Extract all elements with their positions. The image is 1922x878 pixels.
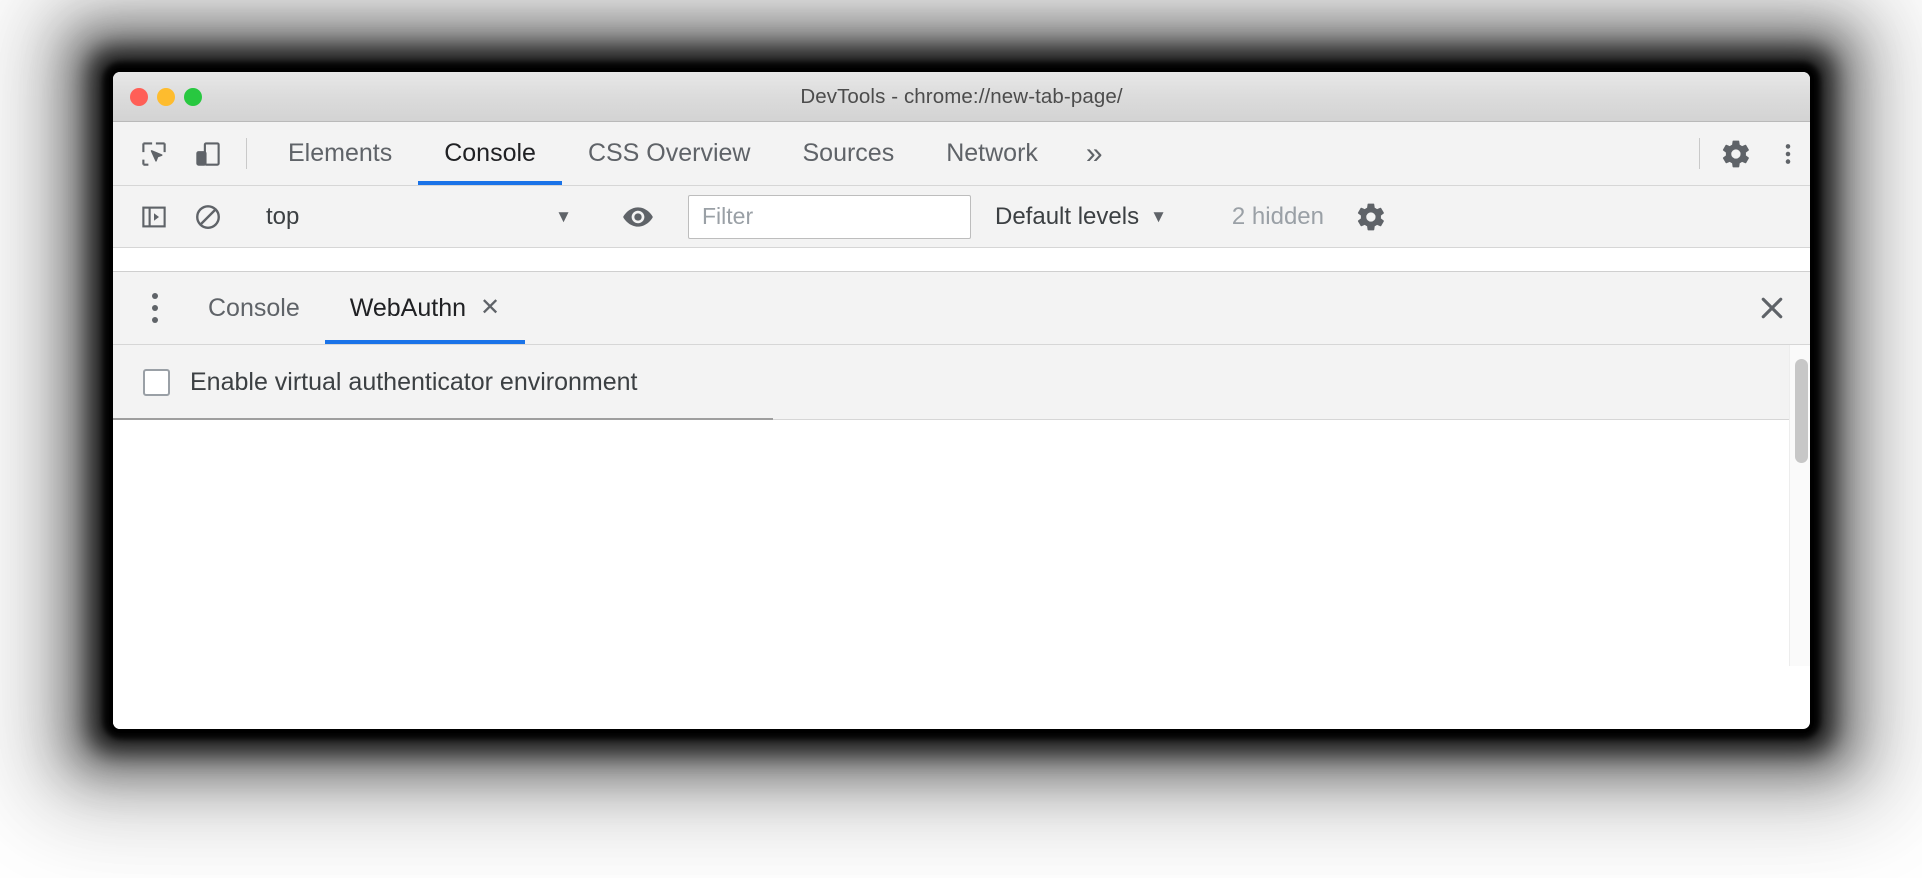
tab-console[interactable]: Console xyxy=(418,122,562,185)
tab-elements[interactable]: Elements xyxy=(262,122,418,185)
console-messages-area xyxy=(113,248,1810,272)
execution-context-select[interactable]: top ▼ xyxy=(258,186,588,248)
window-title: DevTools - chrome://new-tab-page/ xyxy=(800,84,1123,108)
close-drawer-button[interactable] xyxy=(1734,272,1810,344)
inspect-element-icon[interactable] xyxy=(127,122,181,185)
gear-icon[interactable] xyxy=(1706,122,1766,185)
tab-network-label: Network xyxy=(946,139,1038,167)
actions-divider xyxy=(1699,138,1700,169)
log-levels-select[interactable]: Default levels ▼ xyxy=(971,203,1189,231)
window-titlebar: DevTools - chrome://new-tab-page/ xyxy=(113,72,1810,122)
main-tabbar-actions xyxy=(1693,122,1810,185)
zoom-window-button[interactable] xyxy=(184,88,202,106)
scrollbar-thumb[interactable] xyxy=(1795,359,1808,463)
live-expression-eye-icon[interactable] xyxy=(611,186,665,248)
devtools-window: DevTools - chrome://new-tab-page/ Elemen… xyxy=(113,72,1810,729)
enable-virtual-authenticator-row[interactable]: Enable virtual authenticator environment xyxy=(113,345,1789,420)
clear-console-icon[interactable] xyxy=(181,186,235,248)
screenshot-stage: DevTools - chrome://new-tab-page/ Elemen… xyxy=(0,0,1922,878)
devtools-main-tabbar: Elements Console CSS Overview Sources Ne… xyxy=(113,122,1810,186)
device-toolbar-icon[interactable] xyxy=(181,122,235,185)
drawer-tabbar: Console WebAuthn ✕ xyxy=(113,272,1810,345)
main-tab-list: Elements Console CSS Overview Sources Ne… xyxy=(262,122,1125,185)
chevron-down-icon: ▼ xyxy=(555,207,572,226)
minimize-window-button[interactable] xyxy=(157,88,175,106)
tab-sources[interactable]: Sources xyxy=(777,122,921,185)
console-settings-gear-icon[interactable] xyxy=(1344,186,1398,248)
tab-css-overview[interactable]: CSS Overview xyxy=(562,122,777,185)
close-icon[interactable]: ✕ xyxy=(480,296,500,320)
webauthn-empty-body xyxy=(113,420,1789,729)
chevron-down-icon: ▼ xyxy=(1150,207,1167,226)
traffic-lights xyxy=(130,72,202,122)
drawer-tab-console[interactable]: Console xyxy=(183,272,325,344)
enable-virtual-authenticator-label: Enable virtual authenticator environment xyxy=(190,367,638,396)
hidden-messages-count[interactable]: 2 hidden xyxy=(1212,203,1344,231)
toolbar-divider xyxy=(246,138,247,169)
close-window-button[interactable] xyxy=(130,88,148,106)
filter-input[interactable] xyxy=(688,194,971,239)
tab-console-label: Console xyxy=(444,139,536,167)
more-tabs-label: » xyxy=(1085,136,1103,170)
execution-context-value: top xyxy=(266,202,300,230)
console-sidebar-icon[interactable] xyxy=(127,186,181,248)
drawer-tab-console-label: Console xyxy=(208,293,300,322)
enable-virtual-authenticator-checkbox[interactable] xyxy=(143,368,170,396)
drawer-tab-webauthn-label: WebAuthn xyxy=(349,293,467,322)
drawer-tab-webauthn[interactable]: WebAuthn ✕ xyxy=(324,272,526,344)
tab-css-overview-label: CSS Overview xyxy=(587,139,751,167)
webauthn-pane: Enable virtual authenticator environment xyxy=(113,345,1810,729)
vertical-scrollbar[interactable] xyxy=(1789,345,1810,666)
vertical-dots-icon[interactable] xyxy=(1766,122,1810,185)
webauthn-pane-content: Enable virtual authenticator environment xyxy=(113,345,1789,729)
console-filter-toolbar: top ▼ Default levels ▼ 2 hidden xyxy=(113,186,1810,248)
drawer-more-options-icon[interactable] xyxy=(127,272,183,344)
tab-elements-label: Elements xyxy=(288,139,393,167)
log-levels-label: Default levels xyxy=(995,202,1140,230)
devtools-drawer: Console WebAuthn ✕ Enable virtual authen… xyxy=(113,272,1810,729)
more-tabs-chevron-icon[interactable]: » xyxy=(1064,122,1125,185)
tab-network[interactable]: Network xyxy=(920,122,1064,185)
tab-sources-label: Sources xyxy=(802,139,895,167)
